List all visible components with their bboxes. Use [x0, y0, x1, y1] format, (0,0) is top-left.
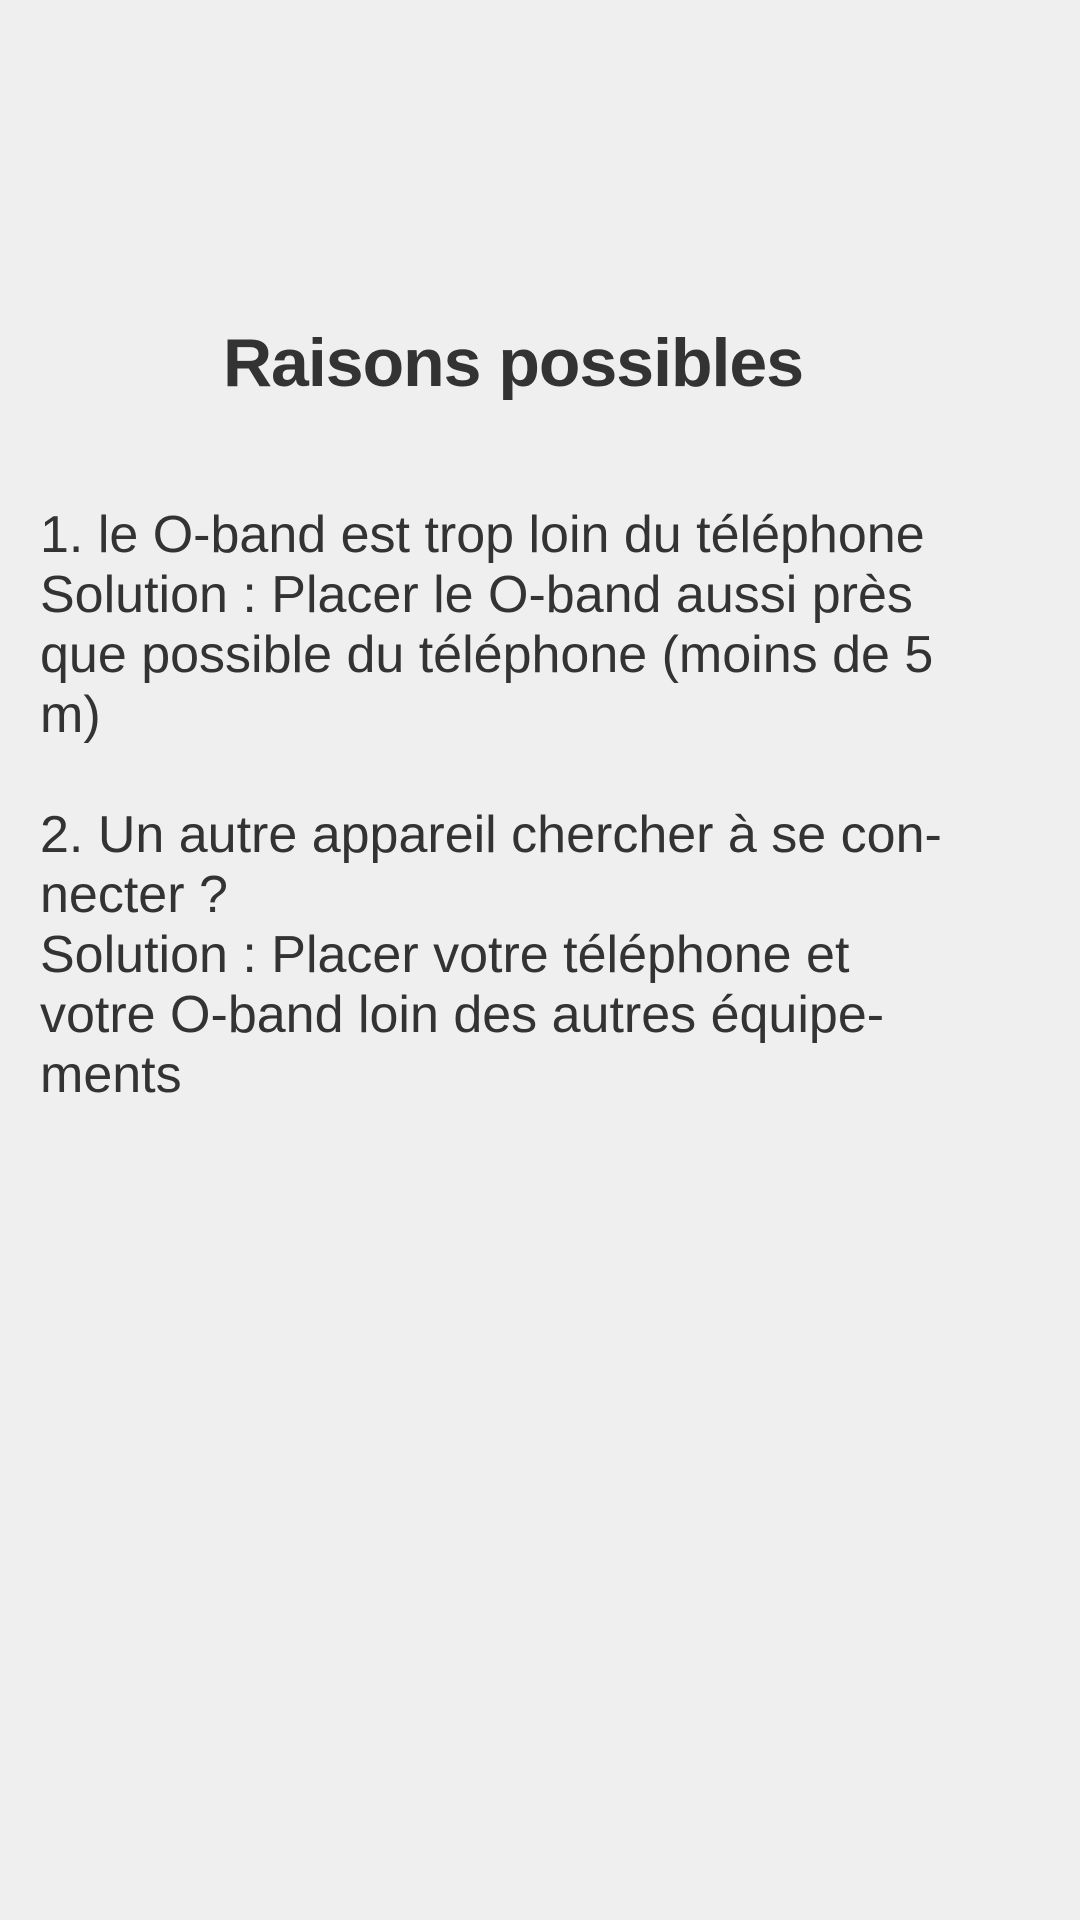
reason-line: que possible du téléphone (moins de 5 [40, 626, 934, 684]
reason-line: Solution : Placer votre téléphone et [40, 926, 850, 984]
reason-line: ments [40, 1046, 182, 1104]
reason-2: 2. Un autre appareil chercher à se con- … [40, 805, 1040, 1105]
reasons-text: 1. le O-band est trop loin du téléphone … [40, 505, 1040, 1105]
reason-line: necter ? [40, 866, 228, 924]
reason-line: 1. le O-band est trop loin du téléphone [40, 506, 925, 564]
reason-1: 1. le O-band est trop loin du téléphone … [40, 505, 1040, 745]
screen: Raisons possibles 1. le O-band est trop … [0, 0, 1080, 1920]
page-title: Raisons possibles [222, 325, 804, 401]
reason-line: votre O-band loin des autres équipe- [40, 986, 885, 1044]
reason-line: Solution : Placer le O-band aussi près [40, 566, 913, 624]
reason-line: 2. Un autre appareil chercher à se con- [40, 806, 942, 864]
reason-line: m) [40, 686, 101, 744]
